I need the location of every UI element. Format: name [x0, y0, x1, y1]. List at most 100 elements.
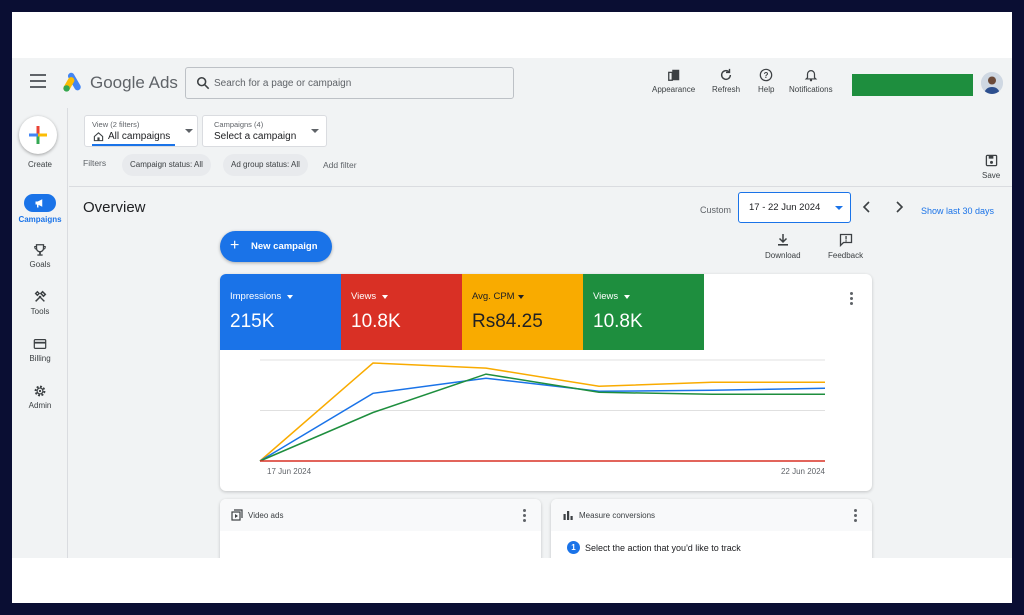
metric-label: Views: [593, 291, 619, 302]
nav-tools-label: Tools: [30, 307, 50, 316]
metric-views-red[interactable]: Views 10.8K: [341, 274, 462, 350]
google-ads-app: Google Ads Appearance Refresh: [12, 58, 1012, 558]
nav-billing-label: Billing: [29, 354, 51, 363]
feedback-button[interactable]: Feedback: [828, 233, 863, 260]
download-icon: [777, 234, 788, 246]
help-icon: ?: [759, 68, 773, 82]
video-ads-title: Video ads: [248, 511, 284, 520]
save-icon: [985, 154, 997, 167]
nav-item-admin[interactable]: Admin: [12, 384, 68, 410]
gear-icon: [34, 385, 46, 397]
chip-campaign-status[interactable]: Campaign status: All: [122, 154, 211, 176]
metric-dropdown-icon: [624, 295, 630, 299]
tools-icon: [34, 290, 47, 302]
x-tick-label-start: 17 Jun 2024: [267, 467, 312, 476]
refresh-label: Refresh: [712, 85, 741, 94]
video-icon: [231, 509, 243, 521]
user-photo: [981, 72, 1003, 94]
nav-item-goals[interactable]: Goals: [12, 243, 68, 269]
nav-item-campaigns[interactable]: Campaigns: [12, 194, 68, 224]
search-input[interactable]: [214, 74, 504, 92]
metric-label: Views: [351, 291, 377, 302]
date-range-picker[interactable]: 17 - 22 Jun 2024: [738, 192, 851, 223]
view-dropdown-icon: [185, 129, 193, 133]
date-mode-label: Custom: [700, 205, 732, 215]
metric-avg-cpm[interactable]: Avg. CPM Rs84.25: [462, 274, 583, 350]
nav-campaigns-label: Campaigns: [18, 215, 62, 224]
appearance-label: Appearance: [652, 85, 696, 94]
metric-dropdown-icon: [518, 295, 524, 299]
top-bar: Google Ads Appearance Refresh: [12, 58, 1012, 108]
measure-conversions-card: Measure conversions 1 Select the action …: [551, 499, 872, 558]
brand-name: Google Ads: [90, 73, 178, 92]
nav-create-label[interactable]: Create: [12, 160, 68, 169]
measure-conversions-title: Measure conversions: [579, 511, 656, 520]
date-range-value: 17 - 22 Jun 2024: [749, 202, 821, 213]
save-label: Save: [982, 171, 1001, 180]
nav-item-tools[interactable]: Tools: [12, 290, 68, 316]
metric-value: Rs84.25: [472, 311, 543, 332]
help-button[interactable]: ? Help: [758, 68, 774, 94]
view-underline: [92, 144, 175, 146]
account-selector[interactable]: [852, 74, 973, 96]
date-dropdown-icon: [835, 206, 843, 210]
campaigns-pill: [24, 194, 56, 212]
google-ads-logo: [63, 72, 81, 92]
refresh-button[interactable]: Refresh: [712, 68, 740, 94]
chevron-left-icon[interactable]: [862, 201, 872, 213]
chart-more-icon[interactable]: [845, 292, 857, 306]
nav-admin-label: Admin: [28, 401, 52, 410]
trophy-icon: [34, 244, 46, 256]
metric-dropdown-icon: [382, 295, 388, 299]
download-label: Download: [765, 251, 801, 260]
metric-impressions[interactable]: Impressions 215K: [220, 274, 341, 350]
chip-ad-group-status[interactable]: Ad group status: All: [223, 154, 308, 176]
new-campaign-label: New campaign: [251, 241, 318, 252]
home-icon: [93, 132, 104, 142]
download-button[interactable]: Download: [765, 233, 801, 260]
bar-chart-icon: [563, 511, 573, 520]
nav-item-billing[interactable]: Billing: [12, 337, 68, 363]
view-selector[interactable]: View (2 filters) All campaigns: [84, 115, 198, 147]
appearance-icon: [667, 69, 679, 81]
filters-label: Filters: [83, 158, 107, 168]
new-campaign-button[interactable]: + New campaign: [220, 231, 332, 262]
avatar[interactable]: [981, 72, 1003, 94]
divider: [69, 186, 1012, 187]
svg-text:?: ?: [764, 71, 769, 80]
series-line-1: [259, 377, 826, 462]
notifications-button[interactable]: Notifications: [789, 68, 833, 94]
create-button[interactable]: [19, 116, 57, 154]
page-frame: Google Ads Appearance Refresh: [12, 12, 1012, 603]
series-line-0: [259, 362, 825, 462]
left-nav: Create Campaigns Goals Tools Billing Adm…: [12, 108, 68, 558]
line-chart: 17 Jun 2024 22 Jun 2024: [259, 359, 826, 476]
notifications-label: Notifications: [789, 85, 833, 94]
video-ads-more-icon[interactable]: [518, 509, 530, 523]
step-number-badge: 1: [567, 541, 580, 554]
campaign-selector[interactable]: Campaigns (4) Select a campaign: [202, 115, 327, 147]
plus-icon: +: [230, 237, 240, 254]
step-text[interactable]: Select the action that you'd like to tra…: [585, 543, 741, 553]
chevron-right-icon[interactable]: [894, 201, 904, 213]
search-icon: [196, 76, 210, 90]
metric-value: 215K: [230, 311, 275, 332]
metric-label: Avg. CPM: [472, 291, 515, 302]
card-icon: [33, 339, 47, 349]
campaign-select-value: Select a campaign: [214, 131, 297, 142]
add-filter-button[interactable]: Add filter: [323, 160, 357, 170]
plus-icon: [29, 126, 47, 144]
campaign-dropdown-icon: [311, 129, 319, 133]
x-tick-label-end: 22 Jun 2024: [781, 467, 826, 476]
menu-icon[interactable]: [30, 74, 46, 88]
appearance-button[interactable]: Appearance: [652, 68, 695, 94]
nav-goals-label: Goals: [29, 260, 51, 269]
save-button[interactable]: Save: [982, 154, 1000, 180]
metric-value: 10.8K: [351, 311, 401, 332]
show-last-30-days-link[interactable]: Show last 30 days: [921, 206, 994, 216]
metric-dropdown-icon: [287, 295, 293, 299]
metric-views-green[interactable]: Views 10.8K: [583, 274, 704, 350]
search-box[interactable]: [185, 67, 514, 99]
help-label: Help: [758, 85, 775, 94]
measure-conversions-more-icon[interactable]: [849, 509, 861, 523]
